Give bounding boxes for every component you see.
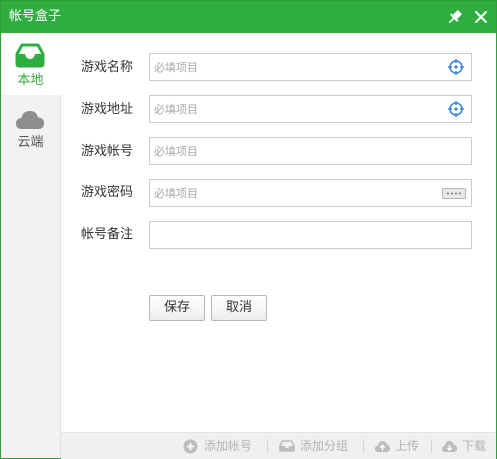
title-bar: 帐号盒子 xyxy=(1,1,496,33)
game-password-label: 游戏密码 xyxy=(81,185,134,200)
game-address-label: 游戏地址 xyxy=(81,102,134,117)
crosshair-icon[interactable] xyxy=(447,58,465,76)
plus-circle-icon xyxy=(183,439,198,454)
game-address-input[interactable] xyxy=(150,96,444,122)
sidebar-item-label: 云端 xyxy=(17,135,44,150)
game-name-input[interactable] xyxy=(150,54,444,80)
game-name-field xyxy=(149,53,472,81)
cancel-button[interactable]: 取消 xyxy=(211,295,267,321)
toolbar-divider xyxy=(431,439,432,453)
game-name-label: 游戏名称 xyxy=(81,60,134,75)
game-password-input[interactable] xyxy=(150,180,444,206)
toolbar-divider xyxy=(363,439,364,453)
sidebar-item-cloud[interactable]: 云端 xyxy=(1,101,60,163)
account-box-window: 帐号盒子 本地 云端 游戏名称 必填项目 游戏地址 必填项目 游戏帐号 必填项目… xyxy=(0,0,497,459)
account-note-label: 帐号备注 xyxy=(81,227,134,242)
pin-button[interactable] xyxy=(445,7,465,27)
bottom-toolbar: 添加帐号 添加分组 上传 下载 xyxy=(61,432,496,459)
save-button[interactable]: 保存 xyxy=(149,295,205,321)
inbox-tray-icon xyxy=(15,43,45,68)
account-note-field xyxy=(149,221,472,249)
window-title: 帐号盒子 xyxy=(9,9,62,24)
game-account-field xyxy=(149,137,472,165)
download-label: 下载 xyxy=(462,439,487,453)
sidebar-item-local[interactable]: 本地 xyxy=(1,33,61,95)
pin-icon xyxy=(448,10,462,24)
toolbar-divider xyxy=(267,439,268,453)
game-address-field xyxy=(149,95,472,123)
close-icon xyxy=(475,11,487,23)
inbox-tray-icon xyxy=(279,440,295,452)
upload-label: 上传 xyxy=(395,439,420,453)
cloud-download-icon xyxy=(442,441,457,452)
game-password-field xyxy=(149,179,472,207)
sidebar-item-label: 本地 xyxy=(17,73,44,88)
game-account-label: 游戏帐号 xyxy=(81,144,134,159)
password-dots-icon[interactable] xyxy=(442,188,466,199)
crosshair-icon[interactable] xyxy=(447,100,465,118)
sidebar: 本地 云端 xyxy=(1,33,61,458)
close-button[interactable] xyxy=(471,7,491,27)
cloud-icon xyxy=(16,111,44,129)
game-account-input[interactable] xyxy=(150,138,444,164)
account-note-input[interactable] xyxy=(150,222,444,248)
add-account-label: 添加帐号 xyxy=(204,439,253,453)
cloud-upload-icon xyxy=(375,441,390,452)
add-group-label: 添加分组 xyxy=(300,439,349,453)
